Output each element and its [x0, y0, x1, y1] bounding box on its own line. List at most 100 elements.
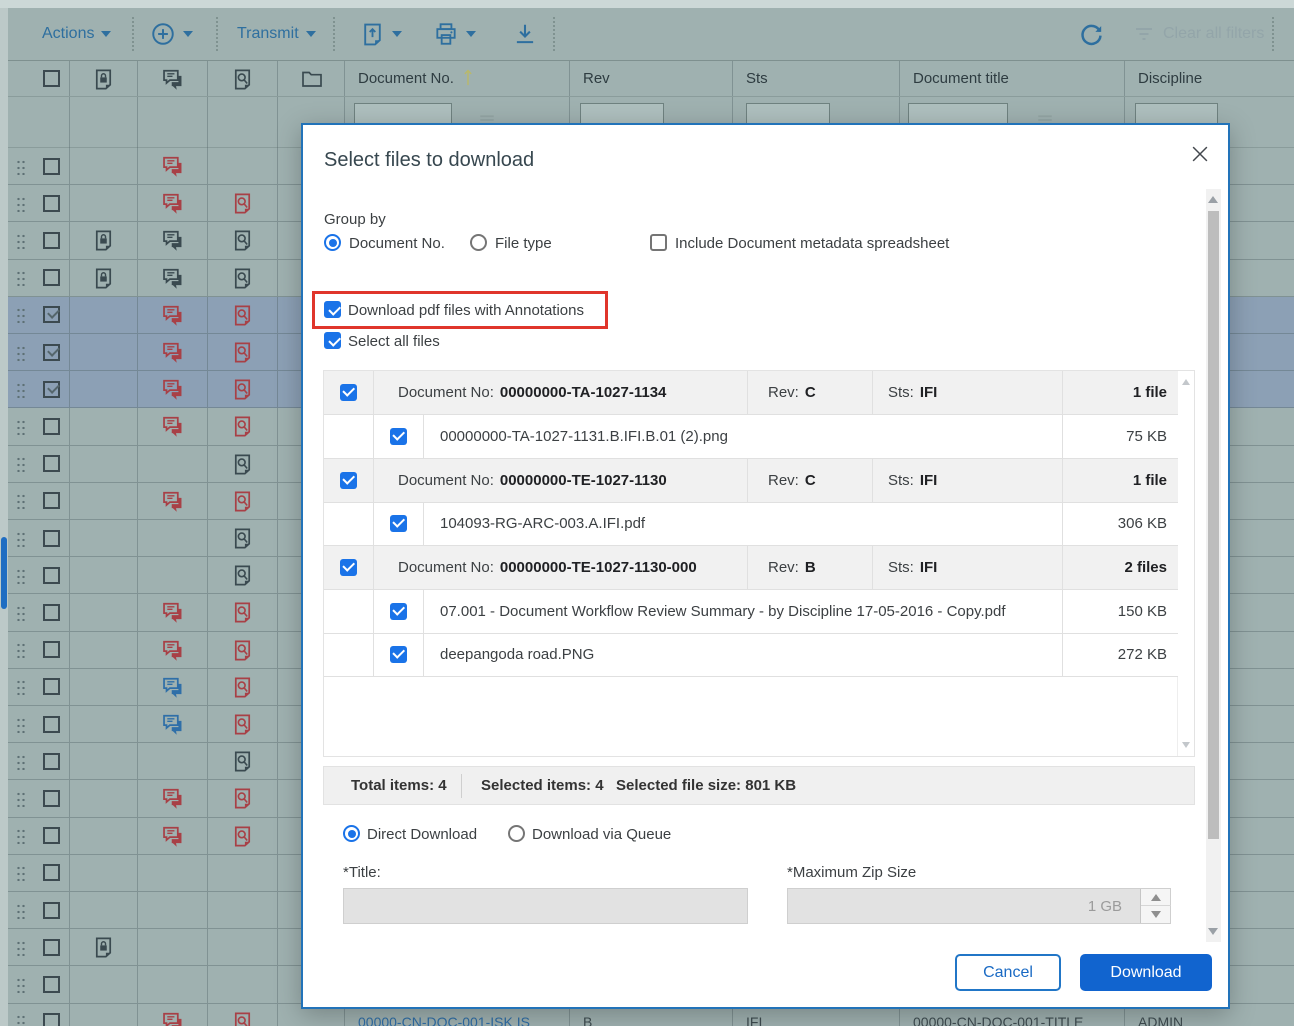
header-discipline[interactable]: Discipline [1125, 61, 1294, 96]
transmittal-document-button[interactable] [360, 8, 402, 60]
dialog-scrollbar-thumb[interactable] [1208, 211, 1219, 839]
file-group-row[interactable]: Document No:00000000-TE-1027-1130Rev:CSt… [324, 459, 1178, 503]
annotation-icon[interactable] [231, 638, 255, 662]
comment-icon[interactable] [161, 786, 185, 810]
title-input[interactable] [343, 888, 748, 924]
stepper-up-button[interactable] [1141, 889, 1171, 906]
annotation-icon[interactable] [231, 824, 255, 848]
drag-handle-icon[interactable] [16, 344, 26, 361]
drag-handle-icon[interactable] [16, 232, 26, 249]
drag-handle-icon[interactable] [16, 455, 26, 472]
annotation-icon[interactable] [231, 489, 255, 513]
drag-handle-icon[interactable] [16, 976, 26, 993]
row-checkbox[interactable] [43, 604, 60, 621]
select-all-files-checkbox[interactable] [324, 332, 341, 349]
radio-group-by-file-type[interactable] [470, 234, 487, 251]
drag-handle-icon[interactable] [16, 678, 26, 695]
dialog-scrollbar[interactable] [1206, 189, 1221, 942]
comment-icon[interactable] [161, 824, 185, 848]
drag-handle-icon[interactable] [16, 381, 26, 398]
comment-icon[interactable] [161, 266, 185, 290]
group-checkbox[interactable] [340, 559, 357, 576]
scroll-up-icon[interactable] [1208, 196, 1218, 203]
drag-handle-icon[interactable] [16, 492, 26, 509]
drag-handle-icon[interactable] [16, 939, 26, 956]
row-checkbox[interactable] [43, 381, 60, 398]
comment-icon[interactable] [161, 675, 185, 699]
comment-icon[interactable] [161, 303, 185, 327]
print-button[interactable] [433, 8, 476, 60]
row-checkbox[interactable] [43, 976, 60, 993]
annotation-icon[interactable] [231, 786, 255, 810]
drag-handle-icon[interactable] [16, 753, 26, 770]
annotation-icon[interactable] [231, 191, 255, 215]
radio-group-by-document-no[interactable] [324, 234, 341, 251]
drag-handle-icon[interactable] [16, 158, 26, 175]
annotation-icon[interactable] [231, 600, 255, 624]
header-rev[interactable]: Rev [570, 61, 733, 96]
drag-handle-icon[interactable] [16, 306, 26, 323]
comment-icon[interactable] [161, 340, 185, 364]
annotation-icon[interactable] [231, 563, 255, 587]
drag-handle-icon[interactable] [16, 790, 26, 807]
file-group-row[interactable]: Document No:00000000-TA-1027-1134Rev:CSt… [324, 371, 1178, 415]
row-checkbox[interactable] [43, 827, 60, 844]
drag-handle-icon[interactable] [16, 418, 26, 435]
transmit-button[interactable]: Transmit [237, 8, 316, 60]
vertical-scrollbar-thumb[interactable] [1, 537, 7, 609]
horizontal-scrollbar-track[interactable] [0, 0, 1294, 8]
comment-icon[interactable] [161, 600, 185, 624]
row-checkbox[interactable] [43, 567, 60, 584]
row-checkbox[interactable] [43, 790, 60, 807]
annotation-icon[interactable] [231, 1010, 255, 1026]
row-checkbox[interactable] [43, 1013, 60, 1026]
comment-icon[interactable] [161, 489, 185, 513]
row-checkbox[interactable] [43, 344, 60, 361]
row-checkbox[interactable] [43, 864, 60, 881]
annotation-icon[interactable] [231, 340, 255, 364]
stepper-down-button[interactable] [1141, 906, 1171, 923]
row-checkbox[interactable] [43, 158, 60, 175]
comment-icon[interactable] [161, 712, 185, 736]
row-checkbox[interactable] [43, 195, 60, 212]
radio-direct-download[interactable] [343, 825, 360, 842]
comment-icon[interactable] [161, 414, 185, 438]
file-list-scrollbar[interactable] [1177, 371, 1194, 756]
comment-icon[interactable] [161, 191, 185, 215]
drag-handle-icon[interactable] [16, 269, 26, 286]
vertical-scrollbar-track[interactable] [0, 8, 8, 1026]
annotation-icon[interactable] [231, 749, 255, 773]
row-checkbox[interactable] [43, 678, 60, 695]
header-document-no[interactable]: Document No. [345, 61, 570, 96]
download-button[interactable]: Download [1080, 954, 1212, 991]
file-row[interactable]: 07.001 - Document Workflow Review Summar… [324, 590, 1178, 634]
row-checkbox[interactable] [43, 716, 60, 733]
scroll-down-icon[interactable] [1182, 742, 1190, 748]
refresh-button[interactable] [1078, 8, 1105, 60]
annotation-icon[interactable] [231, 526, 255, 550]
comment-icon[interactable] [161, 154, 185, 178]
header-lock-column[interactable] [70, 61, 138, 96]
file-checkbox[interactable] [390, 603, 407, 620]
comment-icon[interactable] [161, 1010, 185, 1026]
annotation-icon[interactable] [231, 712, 255, 736]
row-document-no-link[interactable]: 00000-CN-DOC-001-ISK IS [358, 1014, 530, 1026]
annotation-icon[interactable] [231, 675, 255, 699]
header-document-title[interactable]: Document title [900, 61, 1125, 96]
file-group-row[interactable]: Document No:00000000-TE-1027-1130-000Rev… [324, 546, 1178, 590]
actions-button[interactable]: Actions [42, 8, 111, 60]
header-sts[interactable]: Sts [733, 61, 900, 96]
file-checkbox[interactable] [390, 428, 407, 445]
row-checkbox[interactable] [43, 530, 60, 547]
drag-handle-icon[interactable] [16, 864, 26, 881]
group-checkbox[interactable] [340, 384, 357, 401]
annotation-icon[interactable] [231, 303, 255, 327]
download-annotations-checkbox[interactable] [324, 301, 341, 318]
row-checkbox[interactable] [43, 939, 60, 956]
drag-handle-icon[interactable] [16, 716, 26, 733]
scroll-down-icon[interactable] [1208, 928, 1218, 935]
row-checkbox[interactable] [43, 902, 60, 919]
comment-icon[interactable] [161, 377, 185, 401]
drag-handle-icon[interactable] [16, 604, 26, 621]
group-checkbox[interactable] [340, 472, 357, 489]
